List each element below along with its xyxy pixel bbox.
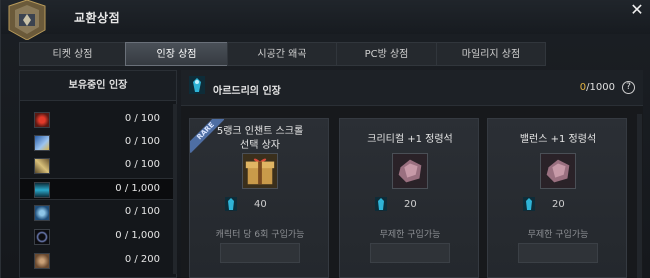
- seal-row-blue-banner[interactable]: 0 / 100: [20, 132, 176, 154]
- shop-emblem-icon: [8, 0, 46, 40]
- seal-row-ardri[interactable]: 0 / 1,000: [20, 178, 176, 200]
- help-icon[interactable]: ?: [622, 81, 635, 94]
- product-card[interactable]: RARE 5랭크 인챈트 스크롤 선택 상자 40 캐릭터 당 6회 구입가능: [189, 118, 329, 278]
- buy-button[interactable]: [518, 243, 598, 263]
- product-list-scrollbar[interactable]: [637, 114, 642, 278]
- tab-seal-shop[interactable]: 인장 상점: [125, 42, 228, 66]
- spirit-stone-icon: [392, 153, 428, 189]
- spirit-stone-icon: [540, 153, 576, 189]
- seal-count: 0 / 1,000: [115, 230, 160, 241]
- gift-box-icon: [242, 153, 278, 189]
- seal-currency-icon: [225, 197, 237, 211]
- purchase-limit: 캐릭터 당 6회 구입가능: [215, 230, 305, 240]
- seal-count: 0 / 100: [124, 159, 160, 170]
- seal-shop-header: 아르드리의 인장 0/1000 ?: [181, 70, 643, 106]
- ardri-seal-icon: [34, 182, 50, 198]
- tab-time-distortion[interactable]: 시공간 왜곡: [227, 42, 337, 66]
- product-name-line2: 선택 상자: [240, 140, 280, 151]
- seal-currency-icon: [375, 197, 387, 211]
- product-price: 20: [552, 199, 565, 210]
- blue-orb-seal-icon: [34, 205, 50, 221]
- product-card[interactable]: 크리티컬 +1 정령석 20 무제한 구입가능: [339, 118, 479, 278]
- tab-mileage-shop[interactable]: 마일리지 상점: [436, 42, 546, 66]
- buy-button[interactable]: [370, 243, 450, 263]
- seal-points: 0/1000: [580, 82, 615, 93]
- seal-count: 0 / 1,000: [115, 183, 160, 194]
- shop-tabs: 티켓 상점 인장 상점 시공간 왜곡 PC방 상점 마일리지 상점: [19, 42, 546, 66]
- ardri-seal-icon: [189, 76, 205, 94]
- gold-cross-seal-icon: [34, 158, 50, 174]
- window-header[interactable]: 교환상점 ✕: [1, 0, 650, 40]
- seal-shop-panel: 아르드리의 인장 0/1000 ? RARE 5랭크 인챈트 스크롤 선택 상자…: [181, 70, 643, 278]
- purchase-limit: 무제한 구입가능: [527, 230, 589, 240]
- seal-points-max: /1000: [586, 82, 615, 93]
- window-title: 교환상점: [74, 11, 121, 25]
- close-icon[interactable]: ✕: [629, 2, 645, 18]
- seal-count: 0 / 100: [124, 206, 160, 217]
- seal-count: 0 / 100: [124, 113, 160, 124]
- dark-ring-seal-icon: [34, 229, 50, 245]
- buy-button[interactable]: [220, 243, 300, 263]
- red-seal-icon: [34, 112, 50, 128]
- product-name: 밸런스 +1 정령석: [519, 134, 597, 145]
- bronze-seal-icon: [34, 253, 50, 269]
- owned-seals-panel: 보유중인 인장 0 / 100 0 / 100 0 / 100 0 / 1,00…: [19, 70, 177, 278]
- seal-row-bronze[interactable]: 0 / 200: [20, 250, 176, 272]
- purchase-limit: 무제한 구입가능: [379, 230, 441, 240]
- product-card[interactable]: 밸런스 +1 정령석 20 무제한 구입가능: [487, 118, 627, 278]
- seal-row-blue-orb[interactable]: 0 / 100: [20, 202, 176, 224]
- seal-name: 아르드리의 인장: [213, 86, 281, 97]
- seal-count: 0 / 100: [124, 136, 160, 147]
- blue-banner-seal-icon: [34, 135, 50, 151]
- owned-seals-title: 보유중인 인장: [20, 71, 176, 101]
- seal-row-dark-ring[interactable]: 0 / 1,000: [20, 226, 176, 248]
- exchange-shop-window: 교환상점 ✕ 티켓 상점 인장 상점 시공간 왜곡 PC방 상점 마일리지 상점…: [0, 0, 650, 278]
- seal-row-gold-cross[interactable]: 0 / 100: [20, 155, 176, 177]
- product-price: 20: [404, 199, 417, 210]
- product-price: 40: [254, 199, 267, 210]
- tab-pc-room-shop[interactable]: PC방 상점: [336, 42, 437, 66]
- tab-ticket-shop[interactable]: 티켓 상점: [19, 42, 126, 66]
- seal-list-scrollbar[interactable]: [173, 104, 177, 274]
- product-name: 크리티컬 +1 정령석: [367, 134, 453, 145]
- seal-count: 0 / 200: [124, 254, 160, 265]
- seal-currency-icon: [523, 197, 535, 211]
- seal-row-red[interactable]: 0 / 100: [20, 109, 176, 131]
- product-name: 5랭크 인챈트 스크롤: [216, 126, 304, 137]
